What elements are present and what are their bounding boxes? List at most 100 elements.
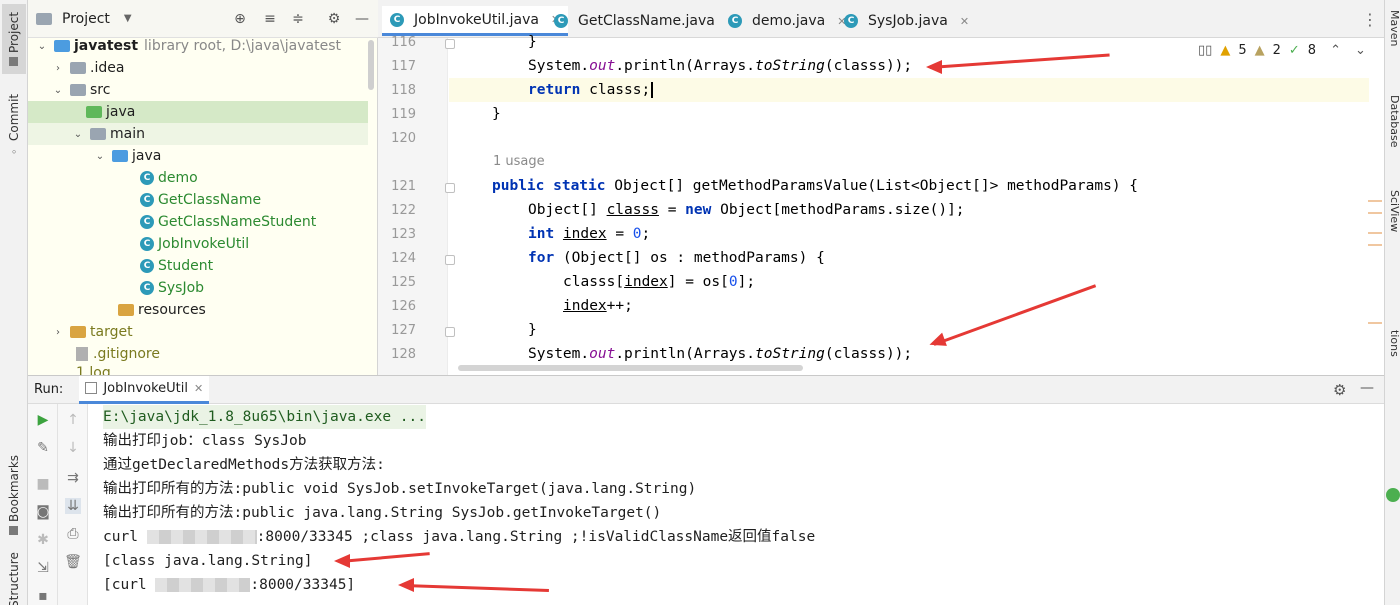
structure-tool-tab[interactable]: Structure	[2, 552, 26, 605]
expand-all-icon[interactable]: ≡	[262, 11, 278, 27]
tree-item-demo[interactable]: C demo	[28, 167, 368, 189]
tab-getclassname[interactable]: C GetClassName.java ✕	[546, 6, 744, 36]
error-stripe-mark[interactable]	[1368, 322, 1382, 324]
maven-tool-tab[interactable]: Maven	[1387, 10, 1400, 46]
error-stripe-mark[interactable]	[1368, 200, 1382, 202]
console-line: 输出打印所有的方法:public java.lang.String SysJob…	[103, 505, 662, 521]
annotation-arrowhead	[334, 554, 350, 568]
tree-item-log[interactable]: 1.log	[28, 365, 368, 375]
usage-hint[interactable]: 1 usage	[493, 154, 545, 169]
code-editor: C JobInvokeUtil.java ✕ C GetClassName.ja…	[378, 0, 1384, 375]
tree-item-main-java[interactable]: ⌄ java	[28, 145, 368, 167]
code-line: }	[528, 34, 537, 50]
bookmark-icon	[9, 526, 19, 536]
error-stripe-mark[interactable]	[1368, 232, 1382, 234]
line-number: 124	[391, 251, 416, 266]
notifications-tool-tab[interactable]: tions	[1387, 330, 1400, 357]
close-icon[interactable]: ✕	[960, 15, 969, 28]
fold-marker[interactable]	[445, 183, 455, 193]
fold-marker[interactable]	[445, 327, 455, 337]
tab-demo[interactable]: C demo.java ✕	[720, 6, 854, 36]
reader-mode-icon[interactable]: ▯▯	[1198, 43, 1212, 58]
stop-icon[interactable]: ■	[35, 476, 51, 492]
tree-item-src[interactable]: ⌄ src	[28, 79, 368, 101]
java-class-icon: C	[140, 237, 154, 251]
scroll-to-end-icon[interactable]: ⇊	[65, 498, 81, 514]
gear-icon[interactable]: ⚙	[1333, 381, 1346, 399]
fold-marker[interactable]	[445, 39, 455, 49]
camera-icon[interactable]: ◙	[35, 504, 51, 520]
run-toolbar-left: ▶ ✎ ■ ◙ ✱ ⇲ ▪	[28, 404, 58, 605]
annotation-arrowhead	[926, 60, 942, 74]
chevron-down-icon[interactable]: ⌄	[1355, 43, 1366, 58]
minimize-icon[interactable]: —	[1360, 380, 1374, 396]
arrow-down-icon[interactable]: ↓	[65, 440, 81, 456]
editor-horizontal-scrollbar[interactable]	[458, 365, 803, 371]
error-stripe-mark[interactable]	[1368, 244, 1382, 246]
gear-icon[interactable]: ⚙	[326, 11, 342, 27]
tree-item-jobinvokeutil[interactable]: C JobInvokeUtil	[28, 233, 368, 255]
java-class-icon: C	[140, 171, 154, 185]
code-line: public static Object[] getMethodParamsVa…	[492, 178, 1139, 194]
console-line: 输出打印job：class SysJob	[103, 433, 307, 449]
soft-wrap-icon[interactable]: ⇉	[65, 470, 81, 486]
print-icon[interactable]: ⎙	[65, 526, 81, 542]
line-number: 117	[391, 59, 416, 74]
chevron-right-icon: ›	[56, 62, 60, 74]
error-stripe-mark[interactable]	[1368, 212, 1382, 214]
tree-item-idea[interactable]: › .idea	[28, 57, 368, 79]
minimize-icon[interactable]: —	[354, 11, 370, 27]
check-icon: ✓	[1288, 42, 1300, 58]
tab-jobinvokeutil[interactable]: C JobInvokeUtil.java ✕	[382, 6, 569, 36]
exit-icon[interactable]: ⇲	[35, 560, 51, 576]
trash-icon[interactable]: 🗑	[64, 554, 82, 570]
line-number: 125	[391, 275, 416, 290]
line-number: 128	[391, 347, 416, 362]
wrench-icon[interactable]: ✎	[35, 440, 51, 456]
database-tool-tab[interactable]: Database	[1387, 95, 1400, 148]
collapse-all-icon[interactable]: ≑	[290, 11, 306, 27]
tab-sysjob[interactable]: C SysJob.java ✕	[836, 6, 977, 36]
chevron-down-icon: ▼	[123, 13, 132, 24]
code-line: }	[528, 322, 537, 338]
sciview-tool-tab[interactable]: SciView	[1387, 190, 1400, 232]
tree-item-resources[interactable]: resources	[28, 299, 368, 321]
tree-item-sysjob[interactable]: C SysJob	[28, 277, 368, 299]
annotation-arrowhead	[398, 578, 414, 592]
tree-item-getclassnamestudent[interactable]: C GetClassNameStudent	[28, 211, 368, 233]
chevron-up-icon[interactable]: ⌃	[1330, 43, 1341, 58]
folder-icon	[90, 128, 106, 140]
line-number: 121	[391, 179, 416, 194]
arrow-up-icon[interactable]: ↑	[65, 412, 81, 428]
tree-item-javatest[interactable]: ⌄ javatest library root, D:\java\javates…	[28, 35, 368, 57]
pin-icon[interactable]: ▪	[35, 588, 51, 604]
inspection-widget[interactable]: ▯▯ ▲ 5 ▲ 2 ✓ 8 ⌃ ⌄	[1198, 40, 1366, 60]
bookmarks-tool-tab[interactable]: Bookmarks	[2, 450, 26, 540]
tree-item-main[interactable]: ⌄ main	[28, 123, 368, 145]
project-scrollbar[interactable]	[368, 40, 374, 90]
project-view-selector[interactable]: Project ▼	[36, 11, 132, 27]
console-line: [class java.lang.String]	[103, 553, 313, 569]
project-tool-tab[interactable]: Project	[2, 4, 26, 74]
line-number: 126	[391, 299, 416, 314]
tree-item-gitignore[interactable]: .gitignore	[28, 343, 368, 365]
close-icon[interactable]: ✕	[194, 382, 203, 395]
tree-item-getclassname[interactable]: C GetClassName	[28, 189, 368, 211]
folder-icon	[70, 62, 86, 74]
commit-tool-tab[interactable]: ◦ Commit	[2, 92, 26, 158]
more-tabs-icon[interactable]: ⋮	[1362, 10, 1378, 29]
run-config-icon	[85, 382, 98, 394]
tab-run-jobinvokeutil[interactable]: JobInvokeUtil ✕	[79, 375, 210, 404]
tree-item-test-java[interactable]: java	[28, 101, 368, 123]
debug-icon[interactable]: ✱	[35, 532, 51, 548]
rerun-icon[interactable]: ▶	[35, 412, 51, 428]
java-class-icon: C	[140, 281, 154, 295]
test-folder-icon	[86, 106, 102, 118]
fold-marker[interactable]	[445, 255, 455, 265]
warning-icon: ▲	[1220, 42, 1231, 58]
line-number: 116	[391, 35, 416, 50]
code-line: classs[index] = os[0];	[563, 274, 756, 290]
tree-item-target[interactable]: › target	[28, 321, 368, 343]
locate-icon[interactable]: ⊕	[232, 11, 248, 27]
tree-item-student[interactable]: C Student	[28, 255, 368, 277]
